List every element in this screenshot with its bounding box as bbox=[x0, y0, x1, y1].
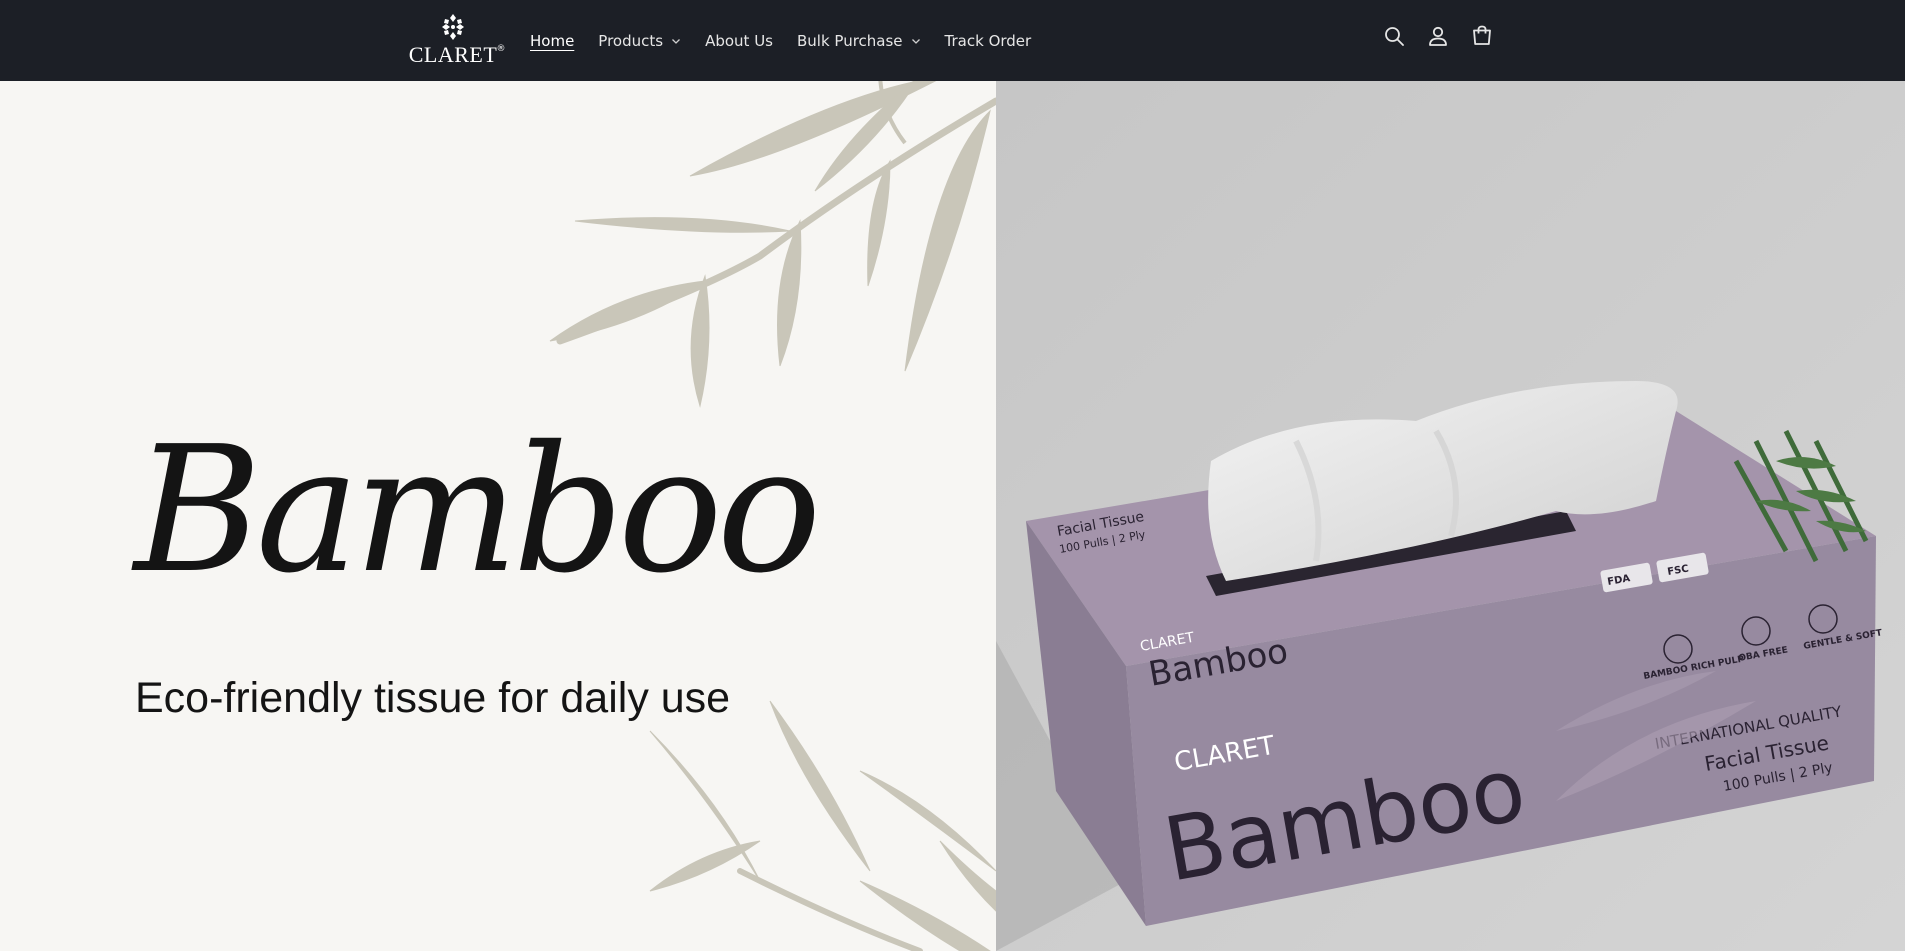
nav-item-products[interactable]: Products bbox=[598, 32, 681, 50]
account-icon[interactable] bbox=[1426, 24, 1450, 48]
nav-item-label: Products bbox=[598, 31, 664, 50]
main-nav: Home Products About Us Bulk Purchase Tra… bbox=[530, 0, 1055, 81]
nav-item-track-order[interactable]: Track Order bbox=[945, 32, 1032, 50]
brand-logo[interactable]: CLARET ® bbox=[400, 12, 506, 70]
site-header: CLARET ® Home Products About Us Bulk Purc… bbox=[0, 0, 1905, 81]
hero-subtitle: Eco-friendly tissue for daily use bbox=[135, 674, 731, 722]
hero-product-image: Facial Tissue 100 Pulls | 2 Ply FDA FSC … bbox=[996, 81, 1905, 951]
tissue-box-image: Facial Tissue 100 Pulls | 2 Ply FDA FSC … bbox=[996, 81, 1905, 951]
chevron-down-icon bbox=[911, 38, 920, 44]
nav-item-about-us[interactable]: About Us bbox=[705, 32, 773, 50]
brand-wordmark: CLARET ® bbox=[408, 42, 506, 67]
hero-text-panel: Bamboo Eco-friendly tissue for daily use bbox=[0, 81, 996, 951]
nav-item-home[interactable]: Home bbox=[530, 32, 574, 50]
claret-logo-mark-icon bbox=[442, 14, 464, 40]
nav-item-label: Home bbox=[530, 31, 575, 50]
header-actions bbox=[1382, 24, 1494, 48]
nav-item-label: About Us bbox=[705, 31, 773, 50]
chevron-down-icon bbox=[672, 38, 681, 44]
cart-icon[interactable] bbox=[1470, 24, 1494, 48]
nav-item-label: Track Order bbox=[944, 31, 1032, 50]
nav-item-label: Bulk Purchase bbox=[797, 31, 903, 50]
search-icon[interactable] bbox=[1382, 24, 1406, 48]
nav-item-bulk-purchase[interactable]: Bulk Purchase bbox=[797, 32, 921, 50]
hero-title: Bamboo bbox=[134, 409, 821, 612]
